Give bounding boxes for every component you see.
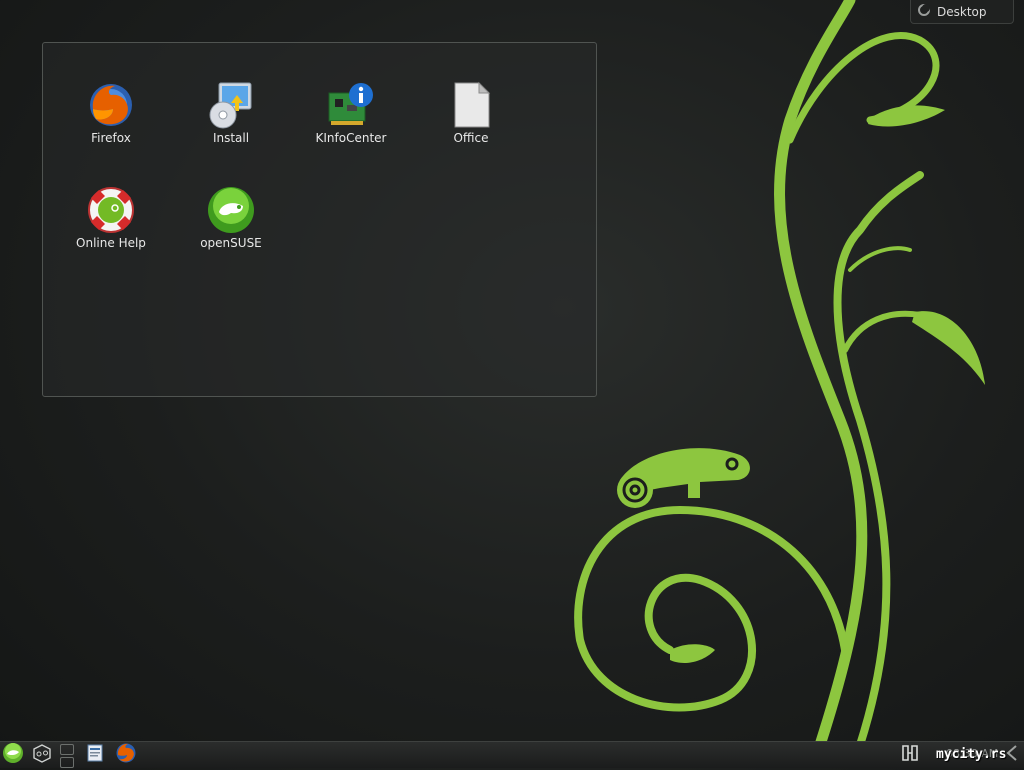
- activity-manager-icon: [31, 742, 53, 768]
- taskbar-firefox-button[interactable]: [115, 742, 137, 768]
- kickoff-launcher-icon: [2, 742, 24, 768]
- opensuse-logo-icon: [207, 186, 255, 234]
- site-watermark: mycity.rs: [936, 747, 1007, 762]
- desktop-icon-label: openSUSE: [200, 236, 262, 250]
- device-notifier-icon: [899, 742, 921, 768]
- office-document-icon: [447, 81, 495, 129]
- desktop-icon-label: Install: [212, 131, 250, 145]
- desktop-icon-kinfocenter[interactable]: KInfoCenter: [301, 81, 401, 145]
- virtual-desktop-pager[interactable]: [60, 744, 74, 770]
- kinfocenter-icon: [327, 81, 375, 129]
- device-notifier-button[interactable]: [898, 744, 922, 766]
- pager-desktop-1[interactable]: [60, 744, 74, 755]
- activity-manager-button[interactable]: [30, 744, 54, 766]
- bottom-panel: 08:38 AM: [0, 741, 1024, 768]
- desktop-activity-button[interactable]: Desktop: [910, 0, 1014, 24]
- task-notes-icon: [84, 742, 106, 768]
- desktop-icon-office[interactable]: Office: [421, 81, 521, 145]
- firefox-icon: [115, 742, 137, 768]
- panel-toolbox-button[interactable]: [1004, 744, 1022, 766]
- desktop-icon-label: KInfoCenter: [315, 131, 387, 145]
- desktop-icon-opensuse[interactable]: openSUSE: [181, 186, 281, 250]
- desktop-icon-label: Office: [453, 131, 489, 145]
- install-icon: [207, 81, 255, 129]
- activity-label: Desktop: [937, 4, 987, 19]
- pager-desktop-2[interactable]: [60, 757, 74, 768]
- desktop-icon-install[interactable]: Install: [181, 81, 281, 145]
- desktop-icon-firefox[interactable]: Firefox: [61, 81, 161, 145]
- desktop-icon-online-help[interactable]: Online Help: [61, 186, 161, 250]
- taskbar-notes-button[interactable]: [84, 744, 106, 766]
- kickoff-launcher-button[interactable]: [1, 742, 25, 768]
- lifebuoy-help-icon: [87, 186, 135, 234]
- folder-view-widget[interactable]: Firefox Install KInfoCenter Office Onlin…: [42, 42, 597, 397]
- activity-icon: [917, 3, 931, 20]
- desktop-icon-label: Online Help: [76, 236, 146, 250]
- desktop-icon-label: Firefox: [91, 131, 131, 145]
- firefox-icon: [87, 81, 135, 129]
